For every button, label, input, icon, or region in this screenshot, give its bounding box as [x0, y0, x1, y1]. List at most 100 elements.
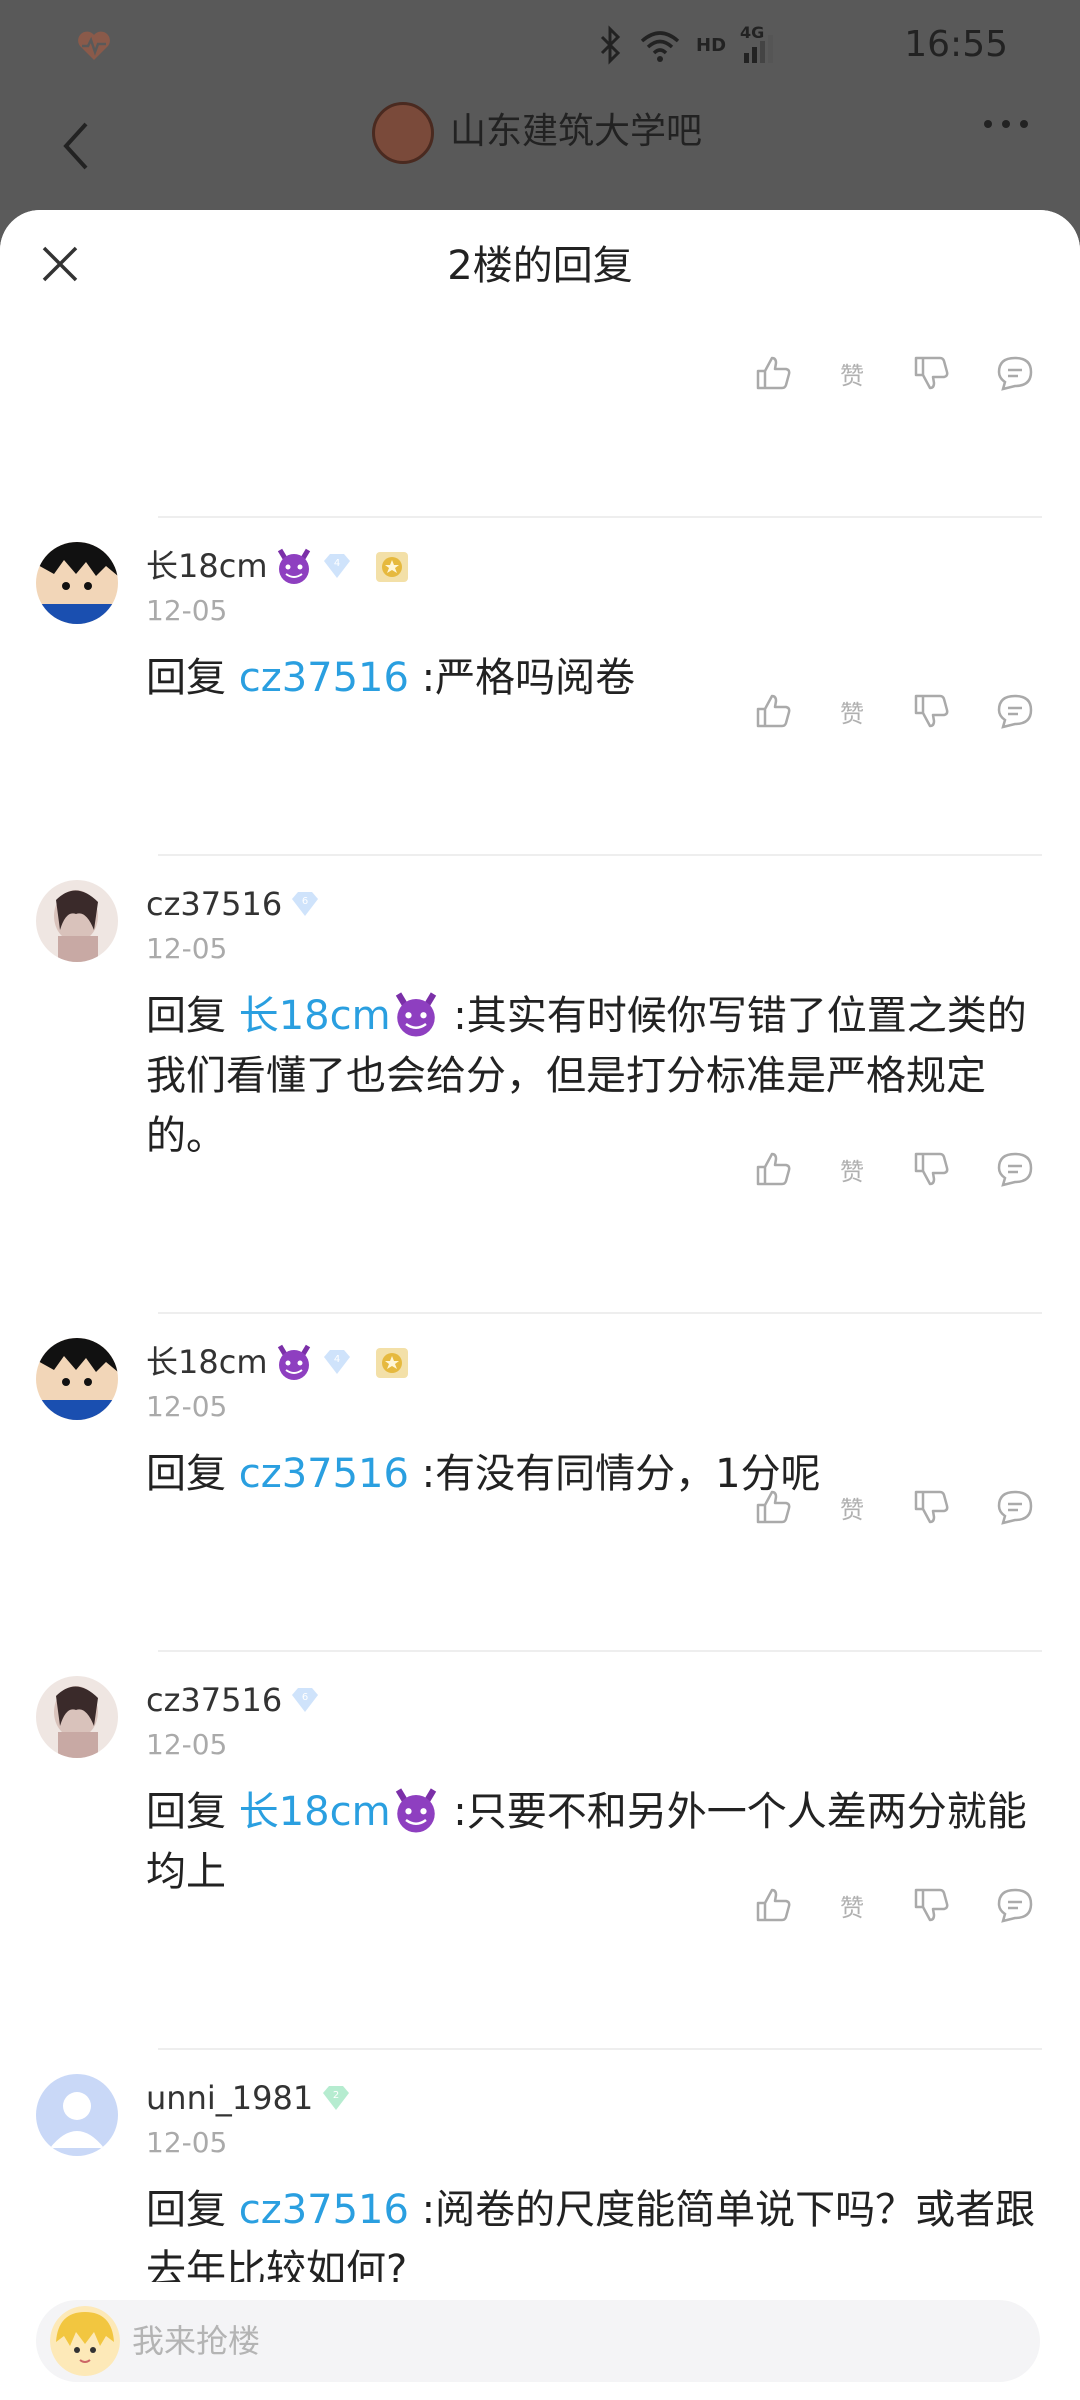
reply-text: :严格吗阅卷	[408, 655, 636, 701]
thumbs-up-icon	[756, 1490, 791, 1524]
level-diamond-icon: 4	[323, 1350, 350, 1374]
replies-sheet: 2楼的回复 赞 长18cm 4 12-05 回复 cz37516:严格吗阅卷 …	[0, 210, 1080, 2400]
sheet-title: 2楼的回复	[447, 243, 633, 289]
mention-link[interactable]: 长18cm	[239, 1788, 441, 1835]
action-row: 赞	[748, 686, 1040, 736]
reply-prefix: 回复	[146, 1451, 226, 1497]
bluetooth-icon	[600, 25, 621, 65]
dislike-button[interactable]	[906, 348, 956, 398]
comment-bubble-icon	[997, 1152, 1033, 1187]
avatar[interactable]	[36, 1676, 118, 1758]
back-arrow-icon[interactable]	[52, 106, 102, 186]
divider	[158, 2048, 1042, 2050]
comment-button[interactable]	[990, 1144, 1040, 1194]
reply-prefix: 回复	[146, 2187, 226, 2233]
reply-date: 12-05	[146, 1728, 228, 1761]
avatar[interactable]	[36, 1338, 118, 1420]
like-count: 赞	[840, 699, 864, 728]
dislike-button[interactable]	[906, 1880, 956, 1930]
username-row: unni_1981 2	[146, 2076, 353, 2120]
divider	[158, 1650, 1042, 1652]
username[interactable]: cz37516	[146, 1678, 282, 1722]
thumbs-up-icon	[756, 356, 791, 390]
signal-icon: 4G	[740, 23, 776, 65]
divider	[158, 854, 1042, 856]
username[interactable]: 长18cm	[146, 1340, 268, 1384]
reply-date: 12-05	[146, 594, 228, 627]
comment-button[interactable]	[990, 686, 1040, 736]
reply-content: 回复 cz37516 :阅卷的尺度能简单说下吗？或者跟去年比较如何?	[146, 2180, 1036, 2282]
dislike-button[interactable]	[906, 1144, 956, 1194]
comment-bubble-icon	[997, 1490, 1033, 1525]
status-icons: HD 4G	[596, 22, 776, 68]
avatar[interactable]	[36, 2074, 118, 2156]
username-row: 长18cm 4	[146, 1340, 412, 1384]
divider	[158, 1312, 1042, 1314]
like-count: 赞	[840, 1157, 864, 1186]
wifi-icon	[640, 31, 680, 62]
like-count: 赞	[840, 1495, 864, 1524]
reply-input[interactable]: 我来抢楼	[36, 2300, 1040, 2382]
member-badge-icon	[375, 1348, 408, 1378]
like-button[interactable]	[748, 1482, 798, 1532]
forum-title: 山东建筑大学吧	[450, 111, 703, 152]
dislike-button[interactable]	[906, 686, 956, 736]
avatar[interactable]	[36, 880, 118, 962]
username[interactable]: unni_1981	[146, 2076, 313, 2120]
mention-link[interactable]: cz37516	[239, 1451, 409, 1497]
svg-text:4: 4	[333, 558, 339, 569]
thumbs-up-icon	[756, 1888, 791, 1922]
comment-bubble-icon	[997, 356, 1033, 391]
username[interactable]: 长18cm	[146, 544, 268, 588]
more-menu-icon[interactable]	[984, 120, 1028, 128]
like-button[interactable]	[748, 348, 798, 398]
reply-date: 12-05	[146, 2126, 228, 2159]
comment-button[interactable]	[990, 348, 1040, 398]
mention-link[interactable]: cz37516	[239, 2187, 409, 2233]
devil-emoji-icon	[277, 1344, 310, 1380]
member-badge-icon	[375, 552, 408, 582]
reply-date: 12-05	[146, 932, 228, 965]
reply-prefix: 回复	[146, 655, 226, 701]
svg-text:6: 6	[302, 896, 308, 907]
forum-logo	[372, 102, 434, 164]
health-heart-icon	[78, 31, 110, 60]
svg-text:4: 4	[333, 1354, 339, 1365]
hd-indicator: HD	[696, 34, 727, 56]
thumbs-down-icon	[914, 1490, 949, 1524]
my-avatar	[50, 2306, 120, 2376]
clock: 16:55	[904, 24, 1008, 65]
thumbs-down-icon	[914, 1152, 949, 1186]
reply-prefix: 回复	[146, 1789, 226, 1835]
username[interactable]: cz37516	[146, 882, 282, 926]
username-row: 长18cm 4	[146, 544, 412, 588]
devil-emoji-icon	[277, 548, 310, 584]
reply-date: 12-05	[146, 1390, 228, 1423]
mention-link[interactable]: cz37516	[239, 655, 409, 701]
comment-button[interactable]	[990, 1482, 1040, 1532]
reply-list[interactable]: 赞 长18cm 4 12-05 回复 cz37516 :严格吗阅卷 赞 cz37…	[0, 322, 1080, 2282]
like-button[interactable]	[748, 1880, 798, 1930]
divider	[158, 516, 1042, 518]
like-button[interactable]	[748, 686, 798, 736]
level-diamond-icon: 6	[292, 892, 319, 916]
username-row: cz37516 6	[146, 882, 322, 926]
thumbs-up-icon	[756, 694, 791, 728]
level-diamond-icon: 4	[323, 554, 350, 578]
dislike-button[interactable]	[906, 1482, 956, 1532]
action-row: 赞	[748, 348, 1040, 398]
reply-input-bar: 我来抢楼	[0, 2282, 1080, 2400]
action-row: 赞	[748, 1144, 1040, 1194]
like-button[interactable]	[748, 1144, 798, 1194]
username-row: cz37516 6	[146, 1678, 322, 1722]
thumbs-down-icon	[914, 1888, 949, 1922]
avatar[interactable]	[36, 542, 118, 624]
mention-link[interactable]: 长18cm	[239, 992, 441, 1039]
reply-content: 回复 长18cm :其实有时候你写错了位置之类的我们看懂了也会给分，但是打分标准…	[146, 986, 1036, 1166]
devil-emoji-icon	[395, 1788, 436, 1833]
svg-text:2: 2	[333, 2090, 339, 2101]
thumbs-down-icon	[914, 356, 949, 390]
level-diamond-icon: 2	[323, 2086, 350, 2110]
comment-button[interactable]	[990, 1880, 1040, 1930]
comment-bubble-icon	[997, 1888, 1033, 1923]
